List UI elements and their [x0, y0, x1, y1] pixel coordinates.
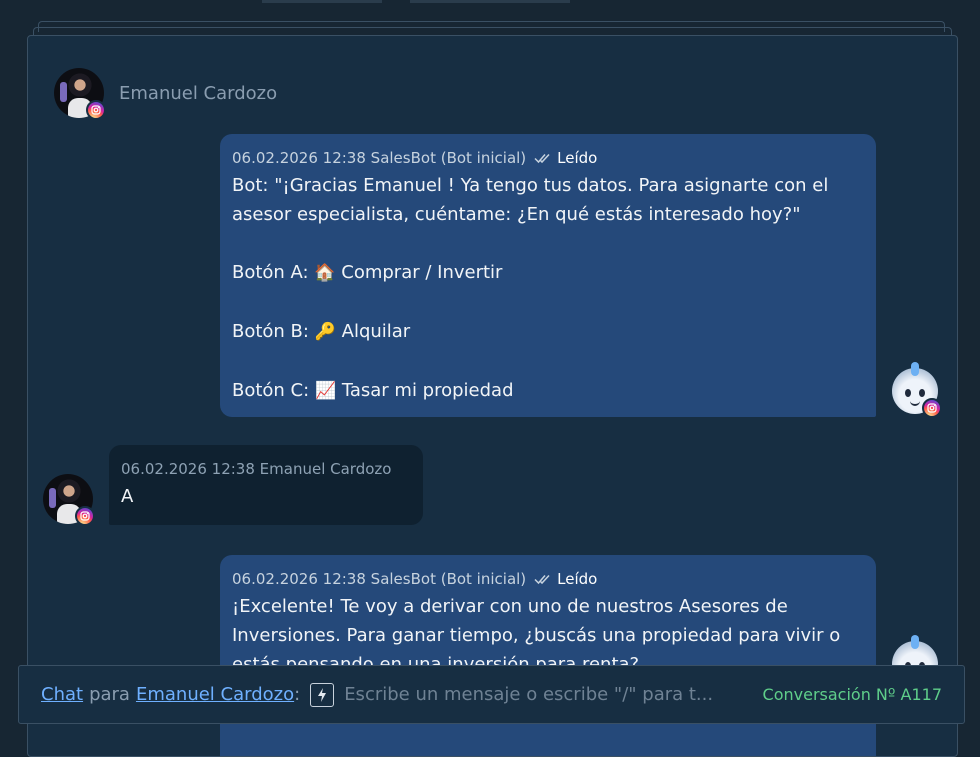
message-bot: 06.02.2026 12:38 SalesBot (Bot inicial) … [220, 134, 876, 417]
option-b-line: Botón B: 🔑 Alquilar [232, 317, 864, 347]
option-a-text: Comprar / Invertir [341, 262, 503, 283]
chart-emoji: 📈 [314, 381, 337, 401]
option-b-text: Alquilar [341, 321, 411, 342]
top-edge-right [410, 0, 570, 3]
option-c-label: Botón C: [232, 380, 310, 401]
option-c-text: Tasar mi propiedad [341, 380, 514, 401]
key-emoji: 🔑 [314, 322, 336, 342]
option-a-label: Botón A: [232, 262, 309, 283]
conversation-panel: Emanuel Cardozo 06.02.2026 12:38 SalesBo… [27, 35, 958, 757]
message-bot: 06.02.2026 12:38 SalesBot (Bot inicial) … [220, 555, 876, 756]
message-meta: 06.02.2026 12:38 SalesBot (Bot inicial) … [232, 148, 864, 168]
house-emoji: 🏠 [314, 263, 336, 283]
bot-avatar [890, 362, 942, 418]
option-c-line: Botón C: 📈 Tasar mi propiedad [232, 376, 864, 406]
quick-reply-button[interactable] [310, 682, 335, 707]
contact-header: Emanuel Cardozo [54, 68, 278, 120]
message-meta: 06.02.2026 12:38 SalesBot (Bot inicial) … [232, 569, 864, 589]
instagram-icon [922, 398, 942, 418]
message-sender: SalesBot (Bot inicial) [370, 149, 527, 167]
message-text-line: Inversiones. Para ganar tiempo, ¿buscás … [232, 625, 841, 646]
message-meta: 06.02.2026 12:38 Emanuel Cardozo [121, 459, 411, 479]
message-timestamp: 06.02.2026 12:38 [121, 460, 255, 478]
para-label: para [89, 684, 130, 705]
channel-link[interactable]: Chat [41, 684, 83, 705]
option-b-label: Botón B: [232, 321, 309, 342]
message-timestamp: 06.02.2026 12:38 [232, 149, 366, 167]
recipient-link[interactable]: Emanuel Cardozo [136, 684, 294, 705]
contact-avatar[interactable] [54, 68, 106, 120]
message-text-line: asesor especialista, cuéntame: ¿En qué e… [232, 204, 801, 225]
double-check-icon [534, 573, 552, 585]
option-a-line: Botón A: 🏠 Comprar / Invertir [232, 258, 864, 288]
message-timestamp: 06.02.2026 12:38 [232, 570, 366, 588]
instagram-icon [75, 506, 95, 526]
message-text-line: Bot: "¡Gracias Emanuel ! Ya tengo tus da… [232, 175, 829, 196]
colon-label: : [294, 684, 301, 705]
top-edge-left [262, 0, 382, 3]
message-text-line: ¡Excelente! Te voy a derivar con uno de … [232, 596, 788, 617]
read-status: Leído [557, 570, 598, 588]
message-input[interactable]: Escribe un mensaje o escribe "/" para t.… [344, 684, 752, 705]
message-text-line: A [121, 486, 134, 507]
contact-avatar[interactable] [43, 474, 95, 526]
read-status: Leído [557, 149, 598, 167]
instagram-icon [86, 100, 106, 120]
message-sender: Emanuel Cardozo [259, 460, 392, 478]
conversation-id: Conversación Nº A117 [762, 685, 942, 704]
message-sender: SalesBot (Bot inicial) [370, 570, 527, 588]
message-composer: Chat para Emanuel Cardozo : Escribe un m… [18, 665, 965, 724]
double-check-icon [534, 152, 552, 164]
contact-name: Emanuel Cardozo [119, 82, 278, 104]
message-contact: 06.02.2026 12:38 Emanuel Cardozo A [109, 445, 423, 525]
lightning-icon [318, 687, 327, 702]
